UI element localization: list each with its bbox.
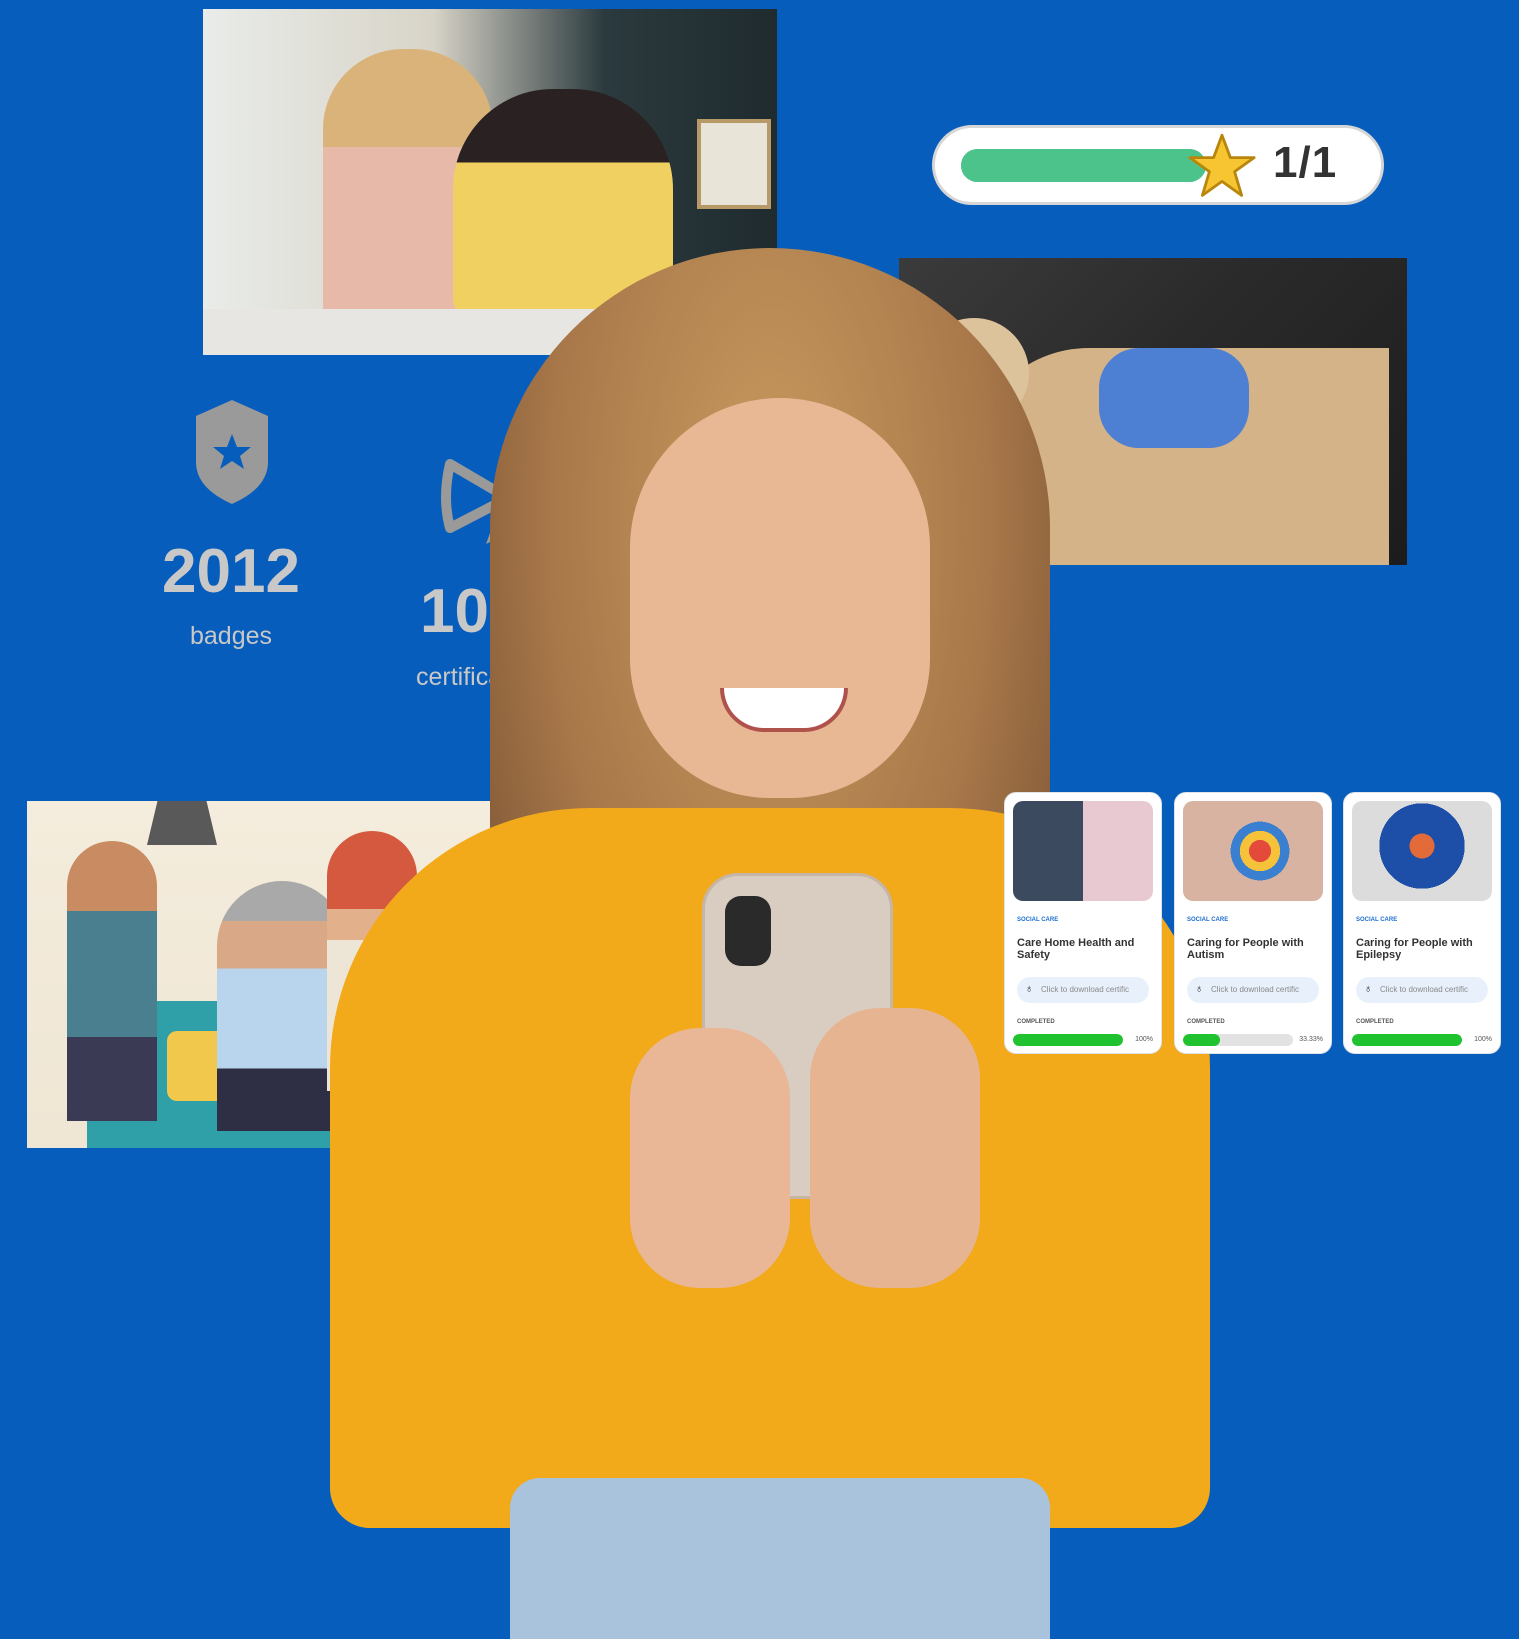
course-card[interactable]: SOCIAL CARE Caring for People with Epile… [1343, 792, 1501, 1054]
progress-fill [961, 149, 1206, 182]
wall-frame [697, 119, 771, 209]
certificate-icon: ♁ [1025, 983, 1034, 995]
badges-count: 2012 [162, 537, 300, 606]
course-card[interactable]: SOCIAL CARE Care Home Health and Safety … [1004, 792, 1162, 1054]
course-status: COMPLETED [1017, 1019, 1055, 1025]
certificate-icon: ♁ [1364, 983, 1373, 995]
course-progress-bar [1352, 1034, 1462, 1046]
progress-pill: 1/1 [932, 125, 1384, 205]
course-category: SOCIAL CARE [1356, 917, 1398, 923]
jeans [510, 1478, 1050, 1639]
carer-man-figure [67, 841, 157, 1121]
face [630, 398, 930, 798]
shield-star-icon [192, 396, 272, 506]
course-title: Caring for People with Epilepsy [1356, 937, 1473, 961]
certificate-icon: ♁ [1195, 983, 1204, 995]
course-progress-bar [1183, 1034, 1293, 1046]
course-category: SOCIAL CARE [1017, 917, 1059, 923]
course-title: Caring for People with Autism [1187, 937, 1304, 961]
star-icon [1188, 133, 1256, 197]
course-status: COMPLETED [1187, 1019, 1225, 1025]
course-progress-percent: 33.33% [1299, 1036, 1323, 1043]
course-progress-bar [1013, 1034, 1123, 1046]
badges-label: badges [189, 622, 273, 650]
phone-camera [725, 896, 771, 966]
course-thumbnail [1352, 801, 1492, 901]
lamp-shade [147, 801, 217, 845]
right-hand [810, 1008, 980, 1288]
course-card[interactable]: SOCIAL CARE Caring for People with Autis… [1174, 792, 1332, 1054]
progress-track [961, 149, 1206, 182]
download-certificate-button[interactable]: ♁ Click to download certific [1356, 977, 1488, 1003]
progress-count: 1/1 [1273, 138, 1338, 187]
download-certificate-button[interactable]: ♁ Click to download certific [1017, 977, 1149, 1003]
course-thumbnail [1013, 801, 1153, 901]
course-category: SOCIAL CARE [1187, 917, 1229, 923]
course-progress-percent: 100% [1474, 1036, 1492, 1043]
download-certificate-button[interactable]: ♁ Click to download certific [1187, 977, 1319, 1003]
course-title: Care Home Health and Safety [1017, 937, 1135, 961]
course-progress-fill [1352, 1034, 1462, 1046]
download-certificate-label: Click to download certific [1041, 985, 1130, 994]
course-thumbnail [1183, 801, 1323, 901]
download-certificate-label: Click to download certific [1380, 985, 1469, 994]
download-certificate-label: Click to download certific [1211, 985, 1300, 994]
course-status: COMPLETED [1356, 1019, 1394, 1025]
course-progress-fill [1013, 1034, 1123, 1046]
course-progress-percent: 100% [1135, 1036, 1153, 1043]
course-progress-fill [1183, 1034, 1220, 1046]
left-hand [630, 1028, 790, 1288]
